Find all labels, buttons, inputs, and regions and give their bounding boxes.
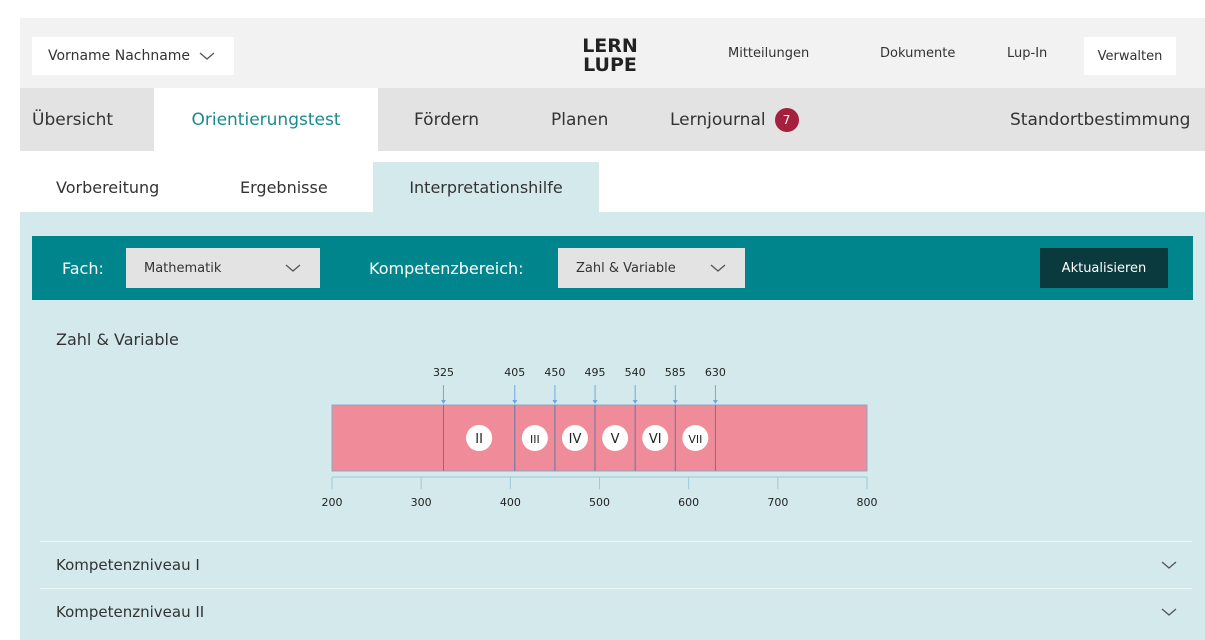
tab-foerdern[interactable]: Fördern	[414, 88, 479, 151]
axis-tick-label: 500	[589, 496, 610, 509]
tab-uebersicht[interactable]: Übersicht	[32, 88, 113, 151]
level-label: IV	[569, 432, 582, 447]
content-panel: Fach: Mathematik Kompetenzbereich: Zahl …	[20, 212, 1205, 640]
subject-label: Fach:	[62, 258, 104, 278]
threshold-label: 585	[665, 366, 686, 379]
axis-tick-label: 800	[857, 496, 878, 509]
axis-tick-label: 400	[500, 496, 521, 509]
update-button[interactable]: Aktualisieren	[1040, 248, 1168, 288]
axis-tick-label: 200	[322, 496, 343, 509]
area-value: Zahl & Variable	[576, 260, 676, 276]
scale-bar	[331, 404, 868, 472]
threshold-arrow	[512, 400, 518, 404]
threshold-label: 325	[433, 366, 454, 379]
area-label: Kompetenzbereich:	[369, 258, 524, 278]
level-label: II	[475, 432, 483, 447]
tab-lernjournal-label: Lernjournal	[670, 109, 766, 130]
threshold-label: 495	[585, 366, 606, 379]
level-label: III	[530, 433, 540, 446]
subtab-interpretationshilfe[interactable]: Interpretationshilfe	[373, 162, 599, 212]
subject-value: Mathematik	[144, 260, 222, 276]
threshold-arrow	[672, 400, 678, 404]
level-label: VI	[649, 432, 662, 447]
user-dropdown[interactable]: Vorname Nachname	[32, 37, 234, 75]
tab-orientierungstest[interactable]: Orientierungstest	[154, 88, 378, 151]
notification-badge: 7	[774, 107, 799, 132]
threshold-arrow	[440, 400, 446, 404]
filter-bar: Fach: Mathematik Kompetenzbereich: Zahl …	[32, 236, 1193, 300]
top-header: Vorname Nachname LERN LUPE Mitteilungen …	[20, 18, 1205, 88]
threshold-label: 630	[705, 366, 726, 379]
axis-tick-label: 700	[767, 496, 788, 509]
main-navigation: Übersicht Orientierungstest Fördern Plan…	[20, 88, 1205, 151]
competence-scale: 325405450495540585630IIIIIIIVVVIVII20030…	[322, 366, 878, 509]
subject-select[interactable]: Mathematik	[126, 248, 320, 288]
axis-tick-label: 300	[411, 496, 432, 509]
tab-lernjournal[interactable]: Lernjournal 7	[670, 88, 799, 151]
level-label: VII	[688, 433, 702, 446]
chevron-down-icon	[199, 52, 215, 60]
tab-planen[interactable]: Planen	[551, 88, 608, 151]
subtab-vorbereitung[interactable]: Vorbereitung	[56, 162, 159, 212]
accordion-kompetenzniveau-1[interactable]: Kompetenzniveau I	[40, 541, 1192, 587]
chevron-down-icon	[285, 264, 301, 272]
threshold-label: 540	[625, 366, 646, 379]
documents-link[interactable]: Dokumente	[880, 18, 955, 88]
subtab-ergebnisse[interactable]: Ergebnisse	[240, 162, 328, 212]
accordion-label: Kompetenzniveau II	[56, 602, 205, 621]
threshold-arrow	[712, 400, 718, 404]
accordion-label: Kompetenzniveau I	[56, 555, 200, 574]
messages-link[interactable]: Mitteilungen	[728, 18, 809, 88]
chevron-down-icon	[710, 264, 726, 272]
logo-line-2: LUPE	[583, 54, 637, 74]
user-name: Vorname Nachname	[48, 48, 191, 64]
lupin-link[interactable]: Lup-In	[1007, 18, 1047, 88]
threshold-arrow	[632, 400, 638, 404]
threshold-arrow	[592, 400, 598, 404]
threshold-label: 450	[544, 366, 565, 379]
level-label: V	[611, 432, 620, 447]
tab-standortbestimmung[interactable]: Standortbestimmung	[1010, 88, 1190, 151]
section-title: Zahl & Variable	[56, 330, 179, 349]
chevron-down-icon	[1161, 561, 1177, 569]
axis-tick-label: 600	[678, 496, 699, 509]
lernlupe-logo[interactable]: LERN LUPE	[578, 34, 642, 74]
threshold-arrow	[552, 400, 558, 404]
chevron-down-icon	[1161, 608, 1177, 616]
area-select[interactable]: Zahl & Variable	[558, 248, 745, 288]
threshold-label: 405	[504, 366, 525, 379]
accordion-kompetenzniveau-2[interactable]: Kompetenzniveau II	[40, 588, 1192, 634]
manage-button[interactable]: Verwalten	[1084, 37, 1176, 75]
